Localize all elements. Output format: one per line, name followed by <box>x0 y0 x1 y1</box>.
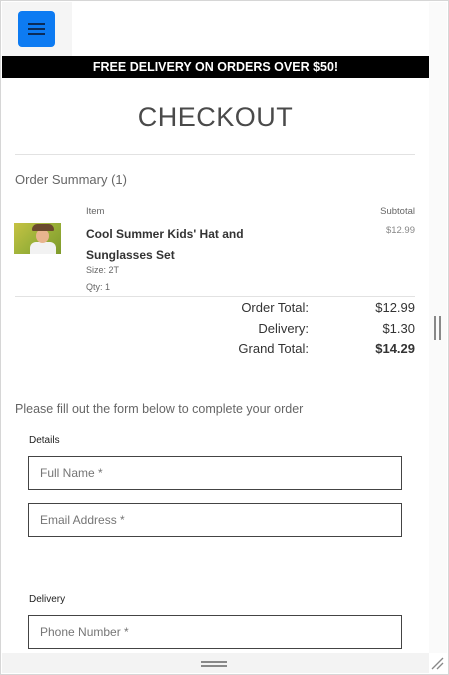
product-name[interactable]: Cool Summer Kids' Hat and Sunglasses Set <box>86 224 266 266</box>
delivery-section-label: Delivery <box>29 594 66 605</box>
grand-total-label: Grand Total: <box>238 341 309 356</box>
promo-banner: FREE DELIVERY ON ORDERS OVER $50! <box>2 56 429 78</box>
top-bar <box>2 2 429 56</box>
order-summary-title: Order Summary (1) <box>15 172 127 187</box>
grand-total-row: Grand Total: $14.29 <box>2 341 429 361</box>
phone-number-field[interactable] <box>28 615 402 649</box>
product-subtotal: $12.99 <box>385 225 415 236</box>
product-qty: Qty: 1 <box>86 282 111 292</box>
horizontal-resize-handle[interactable] <box>201 661 227 667</box>
hamburger-menu-icon[interactable] <box>18 11 55 47</box>
order-total-label: Order Total: <box>241 300 309 315</box>
vertical-resize-handle[interactable] <box>434 316 442 340</box>
delivery-row: Delivery: $1.30 <box>2 321 429 341</box>
form-instructions: Please fill out the form below to comple… <box>15 402 304 416</box>
email-field[interactable] <box>28 503 402 537</box>
details-section-label: Details <box>29 435 60 446</box>
delivery-label: Delivery: <box>258 321 309 336</box>
product-thumbnail-image[interactable] <box>14 223 61 254</box>
page-title: CHECKOUT <box>137 102 294 132</box>
item-column-header: Item <box>86 206 105 217</box>
order-total-value: $12.99 <box>375 300 415 315</box>
title-divider <box>15 154 415 155</box>
menu-area <box>2 2 72 56</box>
subtotal-column-header: Subtotal <box>380 206 415 217</box>
delivery-value: $1.30 <box>382 321 415 336</box>
summary-divider <box>15 296 415 297</box>
full-name-field[interactable] <box>28 456 402 490</box>
order-total-row: Order Total: $12.99 <box>2 300 429 320</box>
page-viewport: FREE DELIVERY ON ORDERS OVER $50! CHECKO… <box>2 2 429 653</box>
product-size: Size: 2T <box>86 265 120 275</box>
resize-corner-icon[interactable] <box>430 656 444 670</box>
grand-total-value: $14.29 <box>375 341 415 356</box>
